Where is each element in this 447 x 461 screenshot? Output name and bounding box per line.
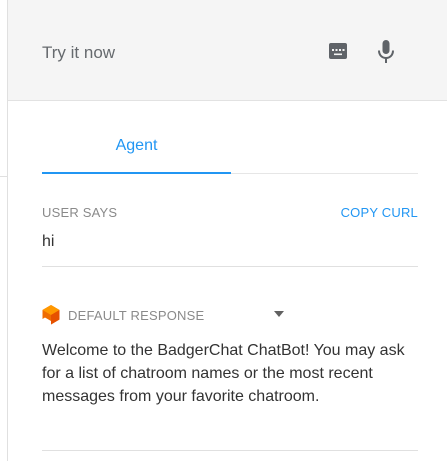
active-tab-indicator [42,172,231,174]
copy-curl-link[interactable]: COPY CURL [341,205,418,220]
caret-down-icon [274,311,284,317]
microphone-button[interactable] [372,38,400,66]
divider [42,266,418,267]
user-says-label: USER SAYS [42,205,118,220]
dialogflow-logo-icon [42,305,60,325]
keyboard-icon [329,43,347,59]
default-response-text: Welcome to the BadgerChat ChatBot! You m… [42,342,405,405]
tab-agent-label: Agent [115,137,158,154]
try-it-panel: Agent USER SAYS COPY CURL hi DEFAULT RES… [7,0,447,461]
app-stage: Agent USER SAYS COPY CURL hi DEFAULT RES… [0,0,447,461]
divider [0,176,7,177]
divider [42,450,418,451]
keyboard-button[interactable] [324,37,352,65]
default-response-label: DEFAULT RESPONSE [68,307,205,323]
left-panel-edge [0,0,7,461]
try-it-header [8,0,447,101]
tab-bar: Agent [42,118,418,174]
tab-agent[interactable]: Agent [42,118,231,174]
user-says-text: hi [42,233,55,250]
microphone-icon [378,40,394,63]
try-it-input[interactable] [42,41,292,65]
default-response-header: DEFAULT RESPONSE [42,304,204,326]
response-dropdown-button[interactable] [271,308,287,320]
